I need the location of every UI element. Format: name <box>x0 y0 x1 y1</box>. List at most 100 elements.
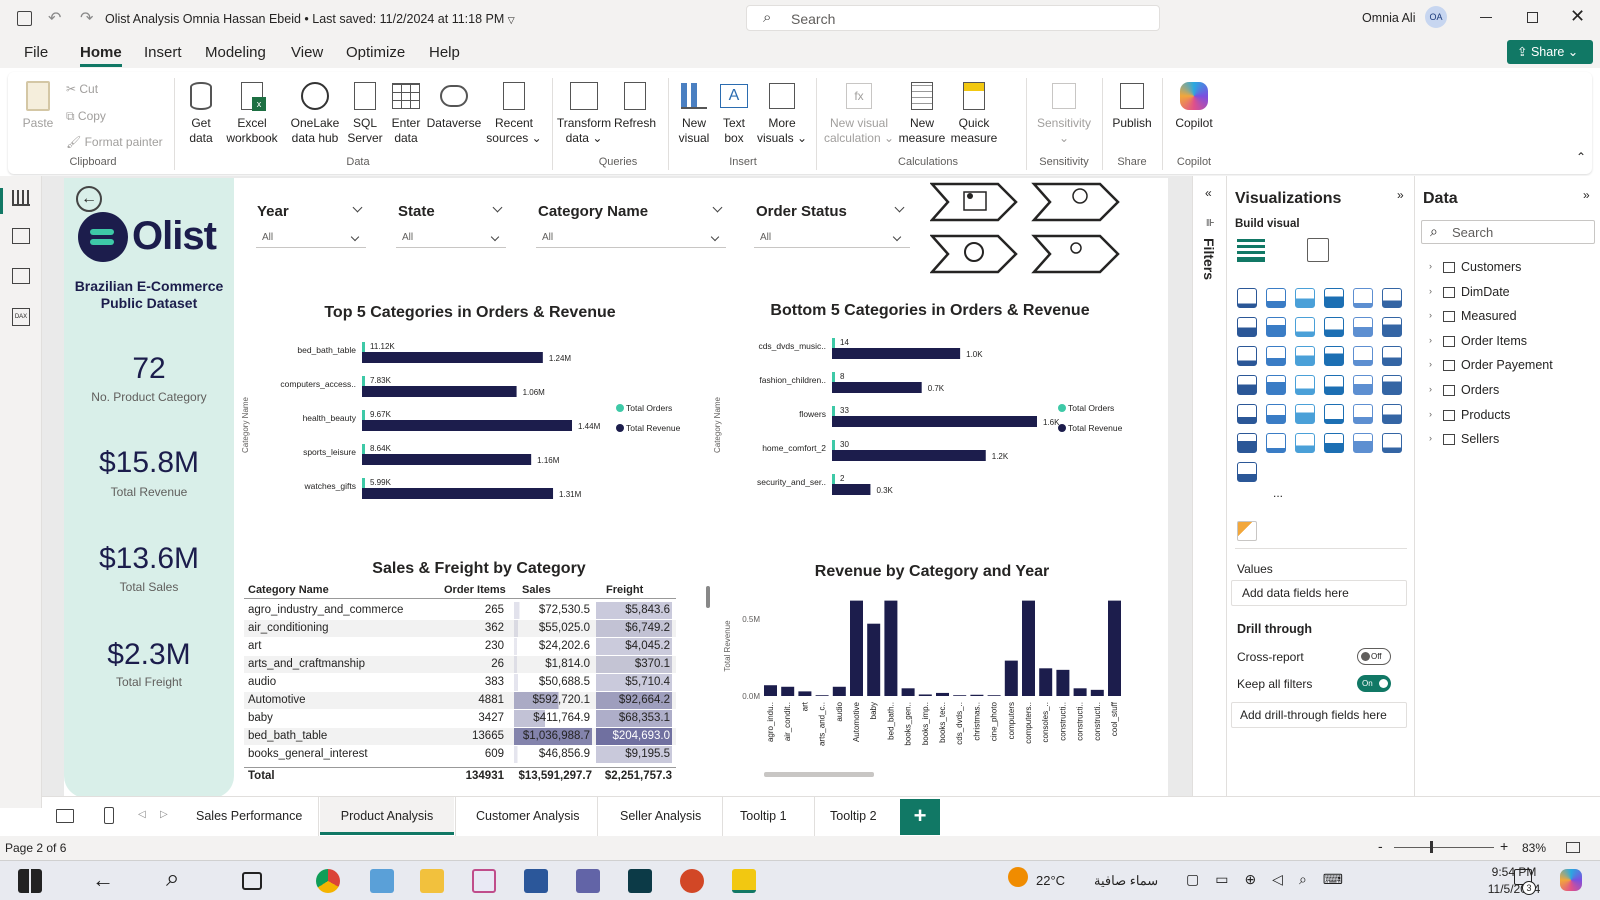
expand-chevron-icon[interactable]: › <box>1429 261 1432 271</box>
slicer-year-dropdown[interactable]: All <box>256 228 366 248</box>
search-box[interactable]: ⌕ Search <box>746 5 1160 31</box>
save-icon[interactable] <box>17 11 32 26</box>
top5-orders-bar[interactable] <box>362 478 365 488</box>
visual-type-icon[interactable] <box>1266 346 1286 366</box>
data-table-item[interactable]: Sellers <box>1461 432 1499 446</box>
copy-button[interactable]: ⧉ Copy <box>66 109 106 124</box>
expand-chevron-icon[interactable]: › <box>1429 433 1432 443</box>
visual-type-icon[interactable] <box>1266 433 1286 453</box>
format-visual-tab-icon[interactable] <box>1307 238 1329 262</box>
back-arrow-taskbar-icon[interactable]: ← <box>92 867 114 893</box>
revenue-bar[interactable] <box>884 600 898 696</box>
visual-type-icon[interactable] <box>1324 317 1344 337</box>
model-view-icon[interactable] <box>12 268 30 284</box>
bottom5-legend-orders[interactable]: Total Orders <box>1068 403 1114 413</box>
bottom5-revenue-bar[interactable] <box>832 484 871 495</box>
sensitivity-button[interactable]: Sensitivity ⌄ <box>1032 80 1096 146</box>
visual-type-icon[interactable] <box>1353 288 1373 308</box>
revenue-chart-scrollbar[interactable] <box>764 772 874 777</box>
chrome-icon[interactable] <box>316 869 340 893</box>
revenue-bar[interactable] <box>1073 688 1087 696</box>
computer-icon[interactable] <box>370 869 394 893</box>
visual-type-icon[interactable] <box>1237 288 1257 308</box>
visual-type-icon[interactable] <box>1324 375 1344 395</box>
revenue-bar[interactable] <box>1108 600 1121 696</box>
report-view-icon[interactable] <box>0 188 3 214</box>
publish-button[interactable]: Publish <box>1108 80 1156 131</box>
quick-measure-button[interactable]: Quick measure <box>948 80 1000 146</box>
format-painter-button[interactable]: 🖌 Format painter <box>66 135 163 149</box>
top5-revenue-bar[interactable] <box>362 420 572 431</box>
bottom5-revenue-bar[interactable] <box>832 416 1037 427</box>
close-icon[interactable]: ✕ <box>1570 6 1585 27</box>
report-view-glyph[interactable] <box>12 190 30 206</box>
zoom-slider[interactable] <box>1394 841 1494 853</box>
add-drill-through-well[interactable]: Add drill-through fields here <box>1231 702 1407 728</box>
bottom5-orders-bar[interactable] <box>832 440 835 450</box>
new-measure-button[interactable]: New measure <box>898 80 946 146</box>
visual-type-icon[interactable] <box>1324 404 1344 424</box>
minimize-icon[interactable] <box>1480 17 1492 18</box>
data-search-box[interactable]: ⌕ Search <box>1421 220 1595 244</box>
table-row[interactable]: bed_bath_table 13665 $1,036,988.7 $204,693.… <box>244 728 676 745</box>
more-visuals-button[interactable]: More visuals ⌄ <box>756 80 808 146</box>
avatar[interactable]: OA <box>1425 6 1447 28</box>
paste-button[interactable]: Paste <box>20 80 56 131</box>
revenue-bar[interactable] <box>970 694 984 696</box>
visual-type-icon[interactable] <box>1295 346 1315 366</box>
menu-insert[interactable]: Insert <box>144 44 182 61</box>
visual-type-icon[interactable] <box>1324 433 1344 453</box>
data-table-item[interactable]: Order Payement <box>1461 358 1553 372</box>
visual-type-icon[interactable] <box>1353 433 1373 453</box>
visual-type-icon[interactable] <box>1295 288 1315 308</box>
table-view-icon[interactable] <box>12 228 30 244</box>
menu-home[interactable]: Home <box>80 44 122 67</box>
revenue-bar[interactable] <box>832 686 846 696</box>
nav-product-analysis-button[interactable] <box>930 234 1018 274</box>
visual-type-icon[interactable] <box>1324 288 1344 308</box>
add-page-button[interactable]: + <box>900 799 940 835</box>
terminal-icon[interactable] <box>628 869 652 893</box>
revenue-bar[interactable] <box>764 685 777 696</box>
revenue-bar[interactable] <box>953 695 967 696</box>
top5-revenue-bar[interactable] <box>362 488 554 499</box>
top5-orders-bar[interactable] <box>362 342 365 352</box>
revenue-bar[interactable] <box>781 686 795 696</box>
top5-revenue-bar[interactable] <box>362 352 543 363</box>
tray-icons[interactable]: ▢▭⊕◁⌕⌨ <box>1186 871 1359 888</box>
collapse-filters-icon[interactable]: « <box>1205 186 1212 200</box>
file-explorer-icon[interactable] <box>420 869 444 893</box>
table-row[interactable]: audio 383 $50,688.5 $5,710.4 <box>244 674 676 691</box>
mobile-layout-icon[interactable] <box>104 807 114 824</box>
bottom5-legend-revenue[interactable]: Total Revenue <box>1068 423 1123 433</box>
table-row[interactable]: books_general_interest 609 $46,856.9 $9,195… <box>244 746 676 763</box>
undo-icon[interactable]: ↶ <box>48 8 61 28</box>
windows-start-icon[interactable] <box>18 869 42 893</box>
share-button[interactable]: ⇪ Share ⌄ <box>1507 40 1593 64</box>
add-data-fields-well[interactable]: Add data fields here <box>1231 580 1407 606</box>
table-row[interactable]: air_conditioning 362 $55,025.0 $6,749.2 <box>244 620 676 637</box>
revenue-bar[interactable] <box>850 600 863 696</box>
revenue-bar[interactable] <box>867 623 881 696</box>
visual-type-icon[interactable] <box>1353 375 1373 395</box>
expand-chevron-icon[interactable]: › <box>1429 384 1432 394</box>
visual-type-icon[interactable] <box>1266 404 1286 424</box>
maximize-icon[interactable] <box>1527 12 1538 23</box>
new-visual-calculation-button[interactable]: fx New visual calculation ⌄ <box>822 80 896 146</box>
tab-sales-performance[interactable]: Sales Performance <box>196 809 302 823</box>
menu-view[interactable]: View <box>291 44 323 61</box>
menu-optimize[interactable]: Optimize <box>346 44 405 61</box>
header-freight[interactable]: Freight <box>606 582 643 599</box>
data-table-item[interactable]: Customers <box>1461 260 1521 274</box>
redo-icon[interactable]: ↷ <box>80 8 93 28</box>
word-icon[interactable] <box>524 869 548 893</box>
table-row[interactable]: baby 3427 $411,764.9 $68,353.1 <box>244 710 676 727</box>
visual-type-icon[interactable] <box>1237 433 1257 453</box>
tab-customer-analysis[interactable]: Customer Analysis <box>476 809 580 823</box>
slicer-status-dropdown[interactable]: All <box>754 228 910 248</box>
filters-pane[interactable]: « ⊪ Filters <box>1192 176 1226 808</box>
visual-type-icon[interactable] <box>1295 375 1315 395</box>
visual-type-icon[interactable] <box>1295 404 1315 424</box>
table-row[interactable]: arts_and_craftmanship 26 $1,814.0 $370.1 <box>244 656 676 673</box>
header-sales[interactable]: Sales <box>522 582 551 599</box>
